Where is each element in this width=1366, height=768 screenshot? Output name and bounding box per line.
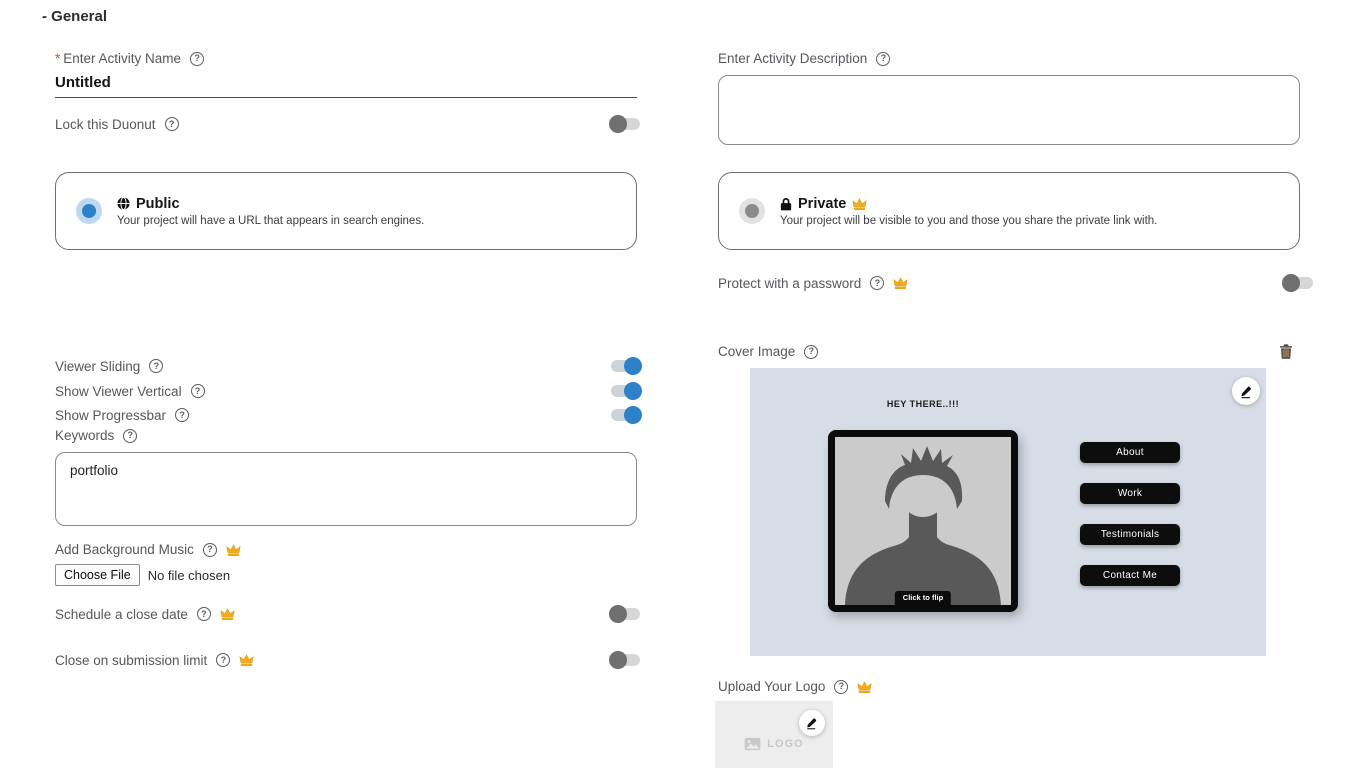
activity-name-label-row: *Enter Activity Name ? xyxy=(55,51,204,66)
background-music-file-input[interactable]: Choose File No file chosen xyxy=(55,564,230,586)
background-music-label-row: Add Background Music ? xyxy=(55,542,241,557)
help-icon[interactable]: ? xyxy=(191,384,205,398)
private-card-text: Private Your project will be visible to … xyxy=(780,196,1157,227)
cover-image-preview[interactable]: HEY THERE..!!! Click to flip About Work … xyxy=(750,368,1266,656)
section-title: - General xyxy=(42,8,107,25)
protect-password-row: Protect with a password ? xyxy=(718,271,1313,295)
avatar-frame[interactable]: Click to flip xyxy=(828,430,1018,612)
public-card-title: Public xyxy=(117,196,424,212)
edit-logo-button[interactable] xyxy=(799,710,825,736)
activity-description-field-wrap xyxy=(718,75,1300,145)
show-progressbar-label: Show Progressbar xyxy=(55,408,166,423)
crown-icon xyxy=(852,197,867,211)
activity-name-label: *Enter Activity Name xyxy=(55,51,181,66)
activity-name-input[interactable]: Untitled xyxy=(55,74,111,91)
help-icon[interactable]: ? xyxy=(870,276,884,290)
help-icon[interactable]: ? xyxy=(149,359,163,373)
activity-description-label-row: Enter Activity Description ? xyxy=(718,51,890,66)
trash-icon[interactable] xyxy=(1279,344,1293,359)
crown-icon xyxy=(239,653,254,667)
show-progressbar-row: Show Progressbar? xyxy=(55,403,640,427)
logo-placeholder: LOGO xyxy=(715,737,833,751)
upload-logo-label-row: Upload Your Logo ? xyxy=(718,679,872,694)
private-radio[interactable] xyxy=(739,198,765,224)
help-icon[interactable]: ? xyxy=(804,345,818,359)
help-icon[interactable]: ? xyxy=(876,52,890,66)
schedule-close-date-toggle[interactable] xyxy=(611,608,640,620)
cover-nav-button-work[interactable]: Work xyxy=(1080,483,1180,504)
logo-upload-box[interactable]: LOGO xyxy=(715,701,833,768)
public-radio[interactable] xyxy=(76,198,102,224)
cover-image-label-row: Cover Image ? xyxy=(718,344,818,359)
private-card-title: Private xyxy=(780,196,1157,212)
globe-icon xyxy=(117,197,130,210)
close-on-submission-limit-label: Close on submission limit xyxy=(55,653,207,668)
show-progressbar-toggle[interactable] xyxy=(611,409,640,421)
crown-icon xyxy=(857,680,872,694)
help-icon[interactable]: ? xyxy=(175,408,189,422)
cover-nav-button-about[interactable]: About xyxy=(1080,442,1180,463)
show-viewer-vertical-toggle[interactable] xyxy=(611,385,640,397)
lock-icon xyxy=(780,197,792,211)
keywords-label: Keywords xyxy=(55,428,114,443)
lock-duonut-row: Lock this Duonut ? xyxy=(55,112,640,136)
viewer-sliding-label: Viewer Sliding xyxy=(55,359,140,374)
general-settings-page: - General *Enter Activity Name ? Untitle… xyxy=(0,0,1366,768)
visibility-public-card[interactable]: Public Your project will have a URL that… xyxy=(55,172,637,250)
keywords-field-wrap: portfolio xyxy=(55,452,637,526)
crown-icon xyxy=(226,543,241,557)
keywords-input[interactable]: portfolio xyxy=(55,452,637,526)
logo-placeholder-text: LOGO xyxy=(767,738,803,750)
keywords-label-row: Keywords ? xyxy=(55,428,137,443)
public-card-description: Your project will have a URL that appear… xyxy=(117,215,424,227)
pencil-icon xyxy=(1239,384,1254,399)
background-music-label: Add Background Music xyxy=(55,542,194,557)
avatar-silhouette xyxy=(835,437,1011,605)
required-asterisk: * xyxy=(55,51,60,66)
protect-password-toggle[interactable] xyxy=(1284,277,1313,289)
choose-file-button[interactable]: Choose File xyxy=(55,564,140,586)
help-icon[interactable]: ? xyxy=(203,543,217,557)
viewer-sliding-row: Viewer Sliding? xyxy=(55,354,640,378)
image-icon xyxy=(744,737,761,751)
upload-logo-label: Upload Your Logo xyxy=(718,679,825,694)
show-viewer-vertical-row: Show Viewer Vertical? xyxy=(55,379,640,403)
viewer-sliding-toggle[interactable] xyxy=(611,360,640,372)
click-to-flip-badge[interactable]: Click to flip xyxy=(895,591,951,605)
public-card-text: Public Your project will have a URL that… xyxy=(117,196,424,227)
schedule-close-date-row: Schedule a close date ? xyxy=(55,602,640,626)
cover-image-label: Cover Image xyxy=(718,344,795,359)
cover-nav-button-contact-me[interactable]: Contact Me xyxy=(1080,565,1180,586)
lock-duonut-toggle[interactable] xyxy=(611,118,640,130)
close-on-submission-limit-toggle[interactable] xyxy=(611,654,640,666)
lock-duonut-label-wrap: Lock this Duonut ? xyxy=(55,117,179,132)
visibility-private-card[interactable]: Private Your project will be visible to … xyxy=(718,172,1300,250)
activity-description-input[interactable] xyxy=(718,75,1300,145)
help-icon[interactable]: ? xyxy=(190,52,204,66)
lock-duonut-label: Lock this Duonut xyxy=(55,117,156,132)
crown-icon xyxy=(220,607,235,621)
private-card-description: Your project will be visible to you and … xyxy=(780,215,1157,227)
activity-description-label: Enter Activity Description xyxy=(718,51,867,66)
cover-headline: HEY THERE..!!! xyxy=(828,399,1018,409)
pencil-icon xyxy=(805,716,819,730)
edit-cover-button[interactable] xyxy=(1232,377,1260,405)
cover-nav-button-testimonials[interactable]: Testimonials xyxy=(1080,524,1180,545)
help-icon[interactable]: ? xyxy=(216,653,230,667)
show-viewer-vertical-label: Show Viewer Vertical xyxy=(55,384,182,399)
help-icon[interactable]: ? xyxy=(165,117,179,131)
crown-icon xyxy=(893,276,908,290)
help-icon[interactable]: ? xyxy=(197,607,211,621)
protect-password-label: Protect with a password xyxy=(718,276,861,291)
schedule-close-date-label: Schedule a close date xyxy=(55,607,188,622)
close-on-submission-limit-row: Close on submission limit ? xyxy=(55,648,640,672)
activity-name-underline xyxy=(55,97,637,98)
help-icon[interactable]: ? xyxy=(834,680,848,694)
file-status-text: No file chosen xyxy=(148,568,230,583)
help-icon[interactable]: ? xyxy=(123,429,137,443)
